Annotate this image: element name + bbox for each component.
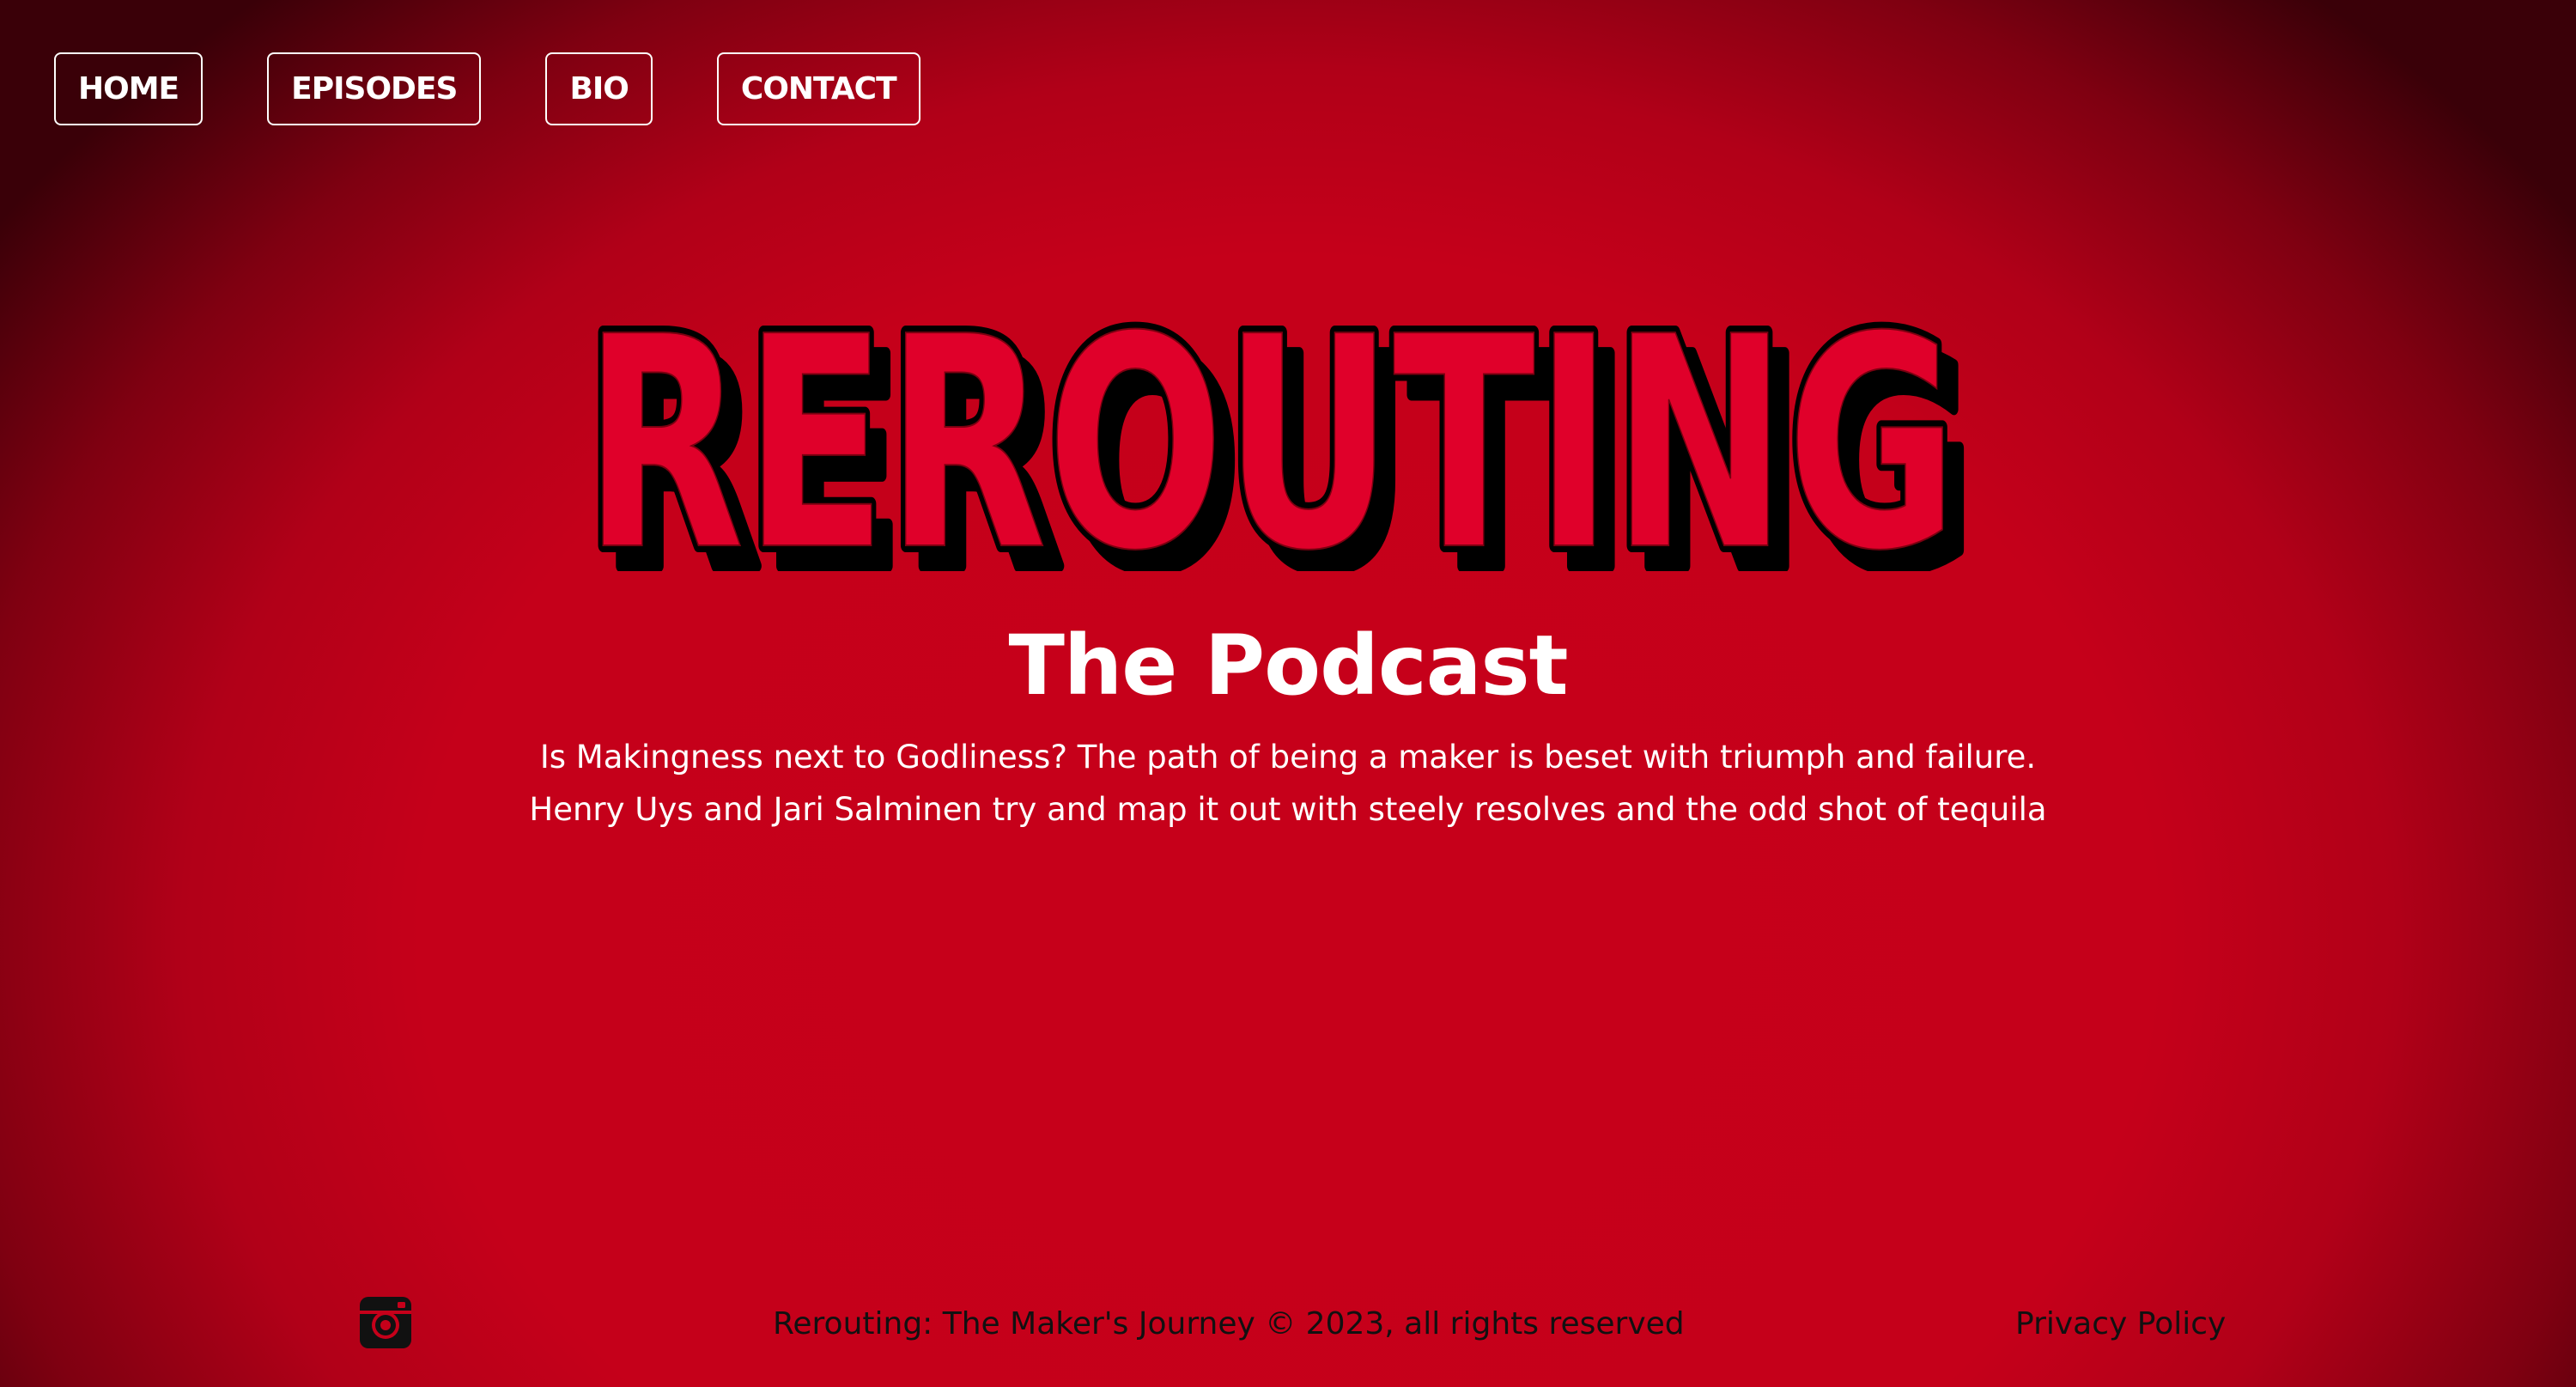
rerouting-logo: REROUTING REROUTING REROUTING (587, 240, 1989, 571)
main-nav: HOME EPISODES BIO CONTACT (54, 52, 920, 125)
privacy-policy-link[interactable]: Privacy Policy (2015, 1300, 2226, 1348)
instagram-icon[interactable] (358, 1295, 413, 1350)
page-subtitle: The Podcast (1008, 617, 1568, 714)
nav-contact-button[interactable]: CONTACT (716, 52, 920, 125)
nav-episodes-button[interactable]: EPISODES (267, 52, 482, 125)
copyright-text: Rerouting: The Maker's Journey © 2023, a… (773, 1306, 1685, 1341)
podcast-description: Is Makingness next to Godliness? The pat… (529, 739, 2047, 828)
nav-bio-button[interactable]: BIO (545, 52, 653, 125)
nav-home-button[interactable]: HOME (54, 52, 204, 125)
logo-wordmark: REROUTING REROUTING REROUTING (587, 268, 1981, 571)
logo-face-text: REROUTING (587, 275, 1958, 571)
